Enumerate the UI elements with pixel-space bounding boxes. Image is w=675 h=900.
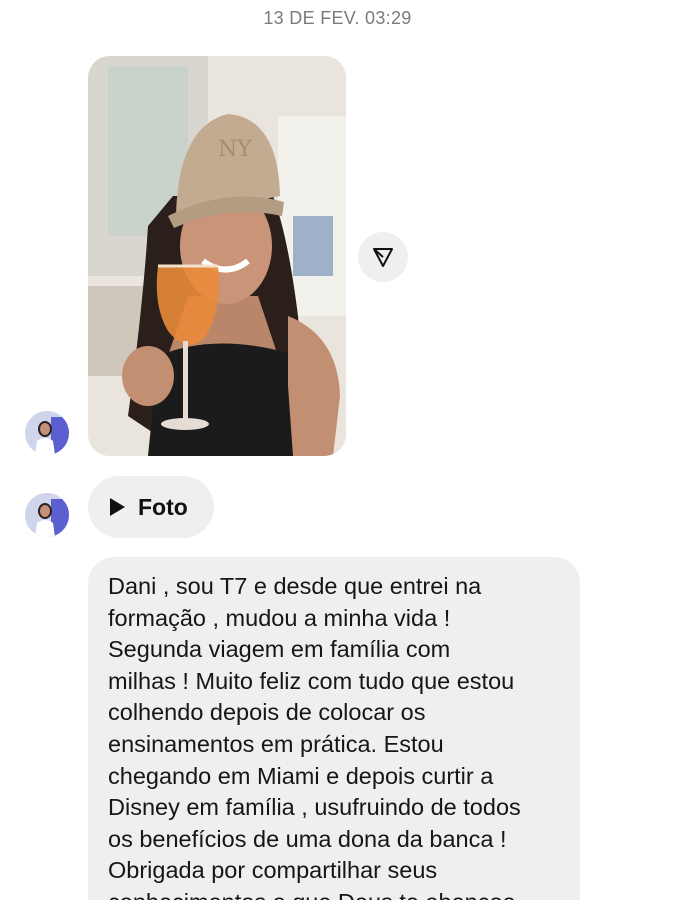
sender-avatar[interactable] <box>25 493 69 537</box>
message-timestamp: 13 DE FEV. 03:29 <box>263 8 412 28</box>
sender-avatar[interactable] <box>25 411 69 455</box>
svg-text:NY: NY <box>218 137 252 162</box>
message-text: Dani , sou T7 e desde que entrei na form… <box>108 573 521 900</box>
foto-media-message[interactable]: Foto <box>88 476 214 538</box>
foto-label: Foto <box>138 493 188 520</box>
text-message-bubble[interactable]: Dani , sou T7 e desde que entrei na form… <box>88 557 580 900</box>
share-button[interactable] <box>358 232 408 282</box>
selfie-photo: NY <box>88 56 346 456</box>
play-icon <box>110 498 125 516</box>
share-icon <box>373 248 393 267</box>
photo-message[interactable]: NY <box>88 56 346 456</box>
